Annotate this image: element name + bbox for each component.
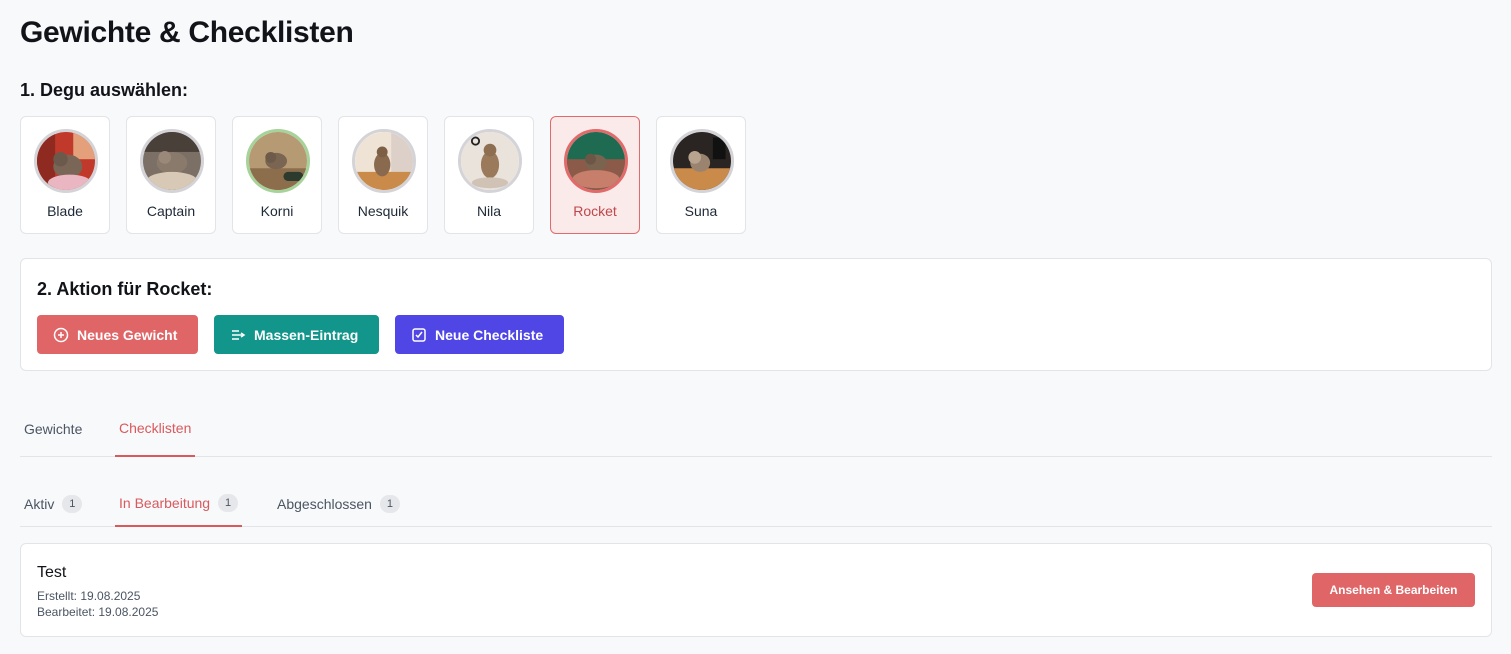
- tab-checklists[interactable]: Checklisten: [115, 400, 196, 457]
- action-title: 2. Aktion für Rocket:: [37, 279, 213, 299]
- degu-name: Nila: [476, 203, 502, 219]
- step1-label: 1. Degu auswählen:: [20, 80, 189, 100]
- main-tabs: Gewichte Checklisten: [20, 400, 1492, 457]
- checklist-item: Test Erstellt: 19.08.2025 Bearbeitet: 19…: [20, 543, 1492, 637]
- degu-selector: Blade Captain Korni Nesquik Nila Rocket: [20, 116, 746, 234]
- checklist-status-tabs: Aktiv 1 In Bearbeitung 1 Abgeschlossen 1: [20, 480, 1492, 527]
- degu-photo: [458, 129, 522, 193]
- degu-card-suna[interactable]: Suna: [656, 116, 746, 234]
- tab-weights[interactable]: Gewichte: [20, 400, 86, 457]
- checklist-title: Test: [37, 564, 67, 581]
- new-weight-button[interactable]: Neues Gewicht: [37, 315, 198, 354]
- subtab-in-progress[interactable]: In Bearbeitung 1: [115, 480, 243, 527]
- degu-card-nesquik[interactable]: Nesquik: [338, 116, 428, 234]
- degu-photo: [34, 129, 98, 193]
- subtab-label: Aktiv: [24, 495, 55, 512]
- subtab-completed[interactable]: Abgeschlossen 1: [273, 480, 404, 527]
- degu-name: Suna: [684, 203, 718, 219]
- action-panel: 2. Aktion für Rocket: Neues Gewicht Mass…: [20, 258, 1492, 371]
- degu-name: Captain: [146, 203, 196, 219]
- created-date: Erstellt: 19.08.2025: [37, 589, 141, 603]
- degu-photo: [246, 129, 310, 193]
- count-badge: 1: [62, 494, 83, 513]
- degu-name: Rocket: [573, 203, 617, 219]
- view-edit-button[interactable]: Ansehen & Bearbeiten: [1312, 573, 1475, 607]
- degu-name: Blade: [47, 203, 83, 219]
- degu-photo: [564, 129, 628, 193]
- new-checklist-label: Neue Checkliste: [435, 326, 544, 343]
- plus-circle-icon: [53, 327, 69, 342]
- bulk-entry-button[interactable]: Massen-Eintrag: [214, 315, 379, 354]
- degu-card-korni[interactable]: Korni: [232, 116, 322, 234]
- degu-photo: [140, 129, 204, 193]
- page-title: Gewichte & Checklisten: [20, 16, 354, 49]
- edited-date: Bearbeitet: 19.08.2025: [37, 605, 159, 619]
- new-weight-label: Neues Gewicht: [77, 326, 178, 343]
- degu-photo: [670, 129, 734, 193]
- subtab-active[interactable]: Aktiv 1: [20, 480, 86, 527]
- subtab-label: In Bearbeitung: [119, 494, 211, 511]
- subtab-label: Abgeschlossen: [277, 495, 372, 512]
- degu-card-blade[interactable]: Blade: [20, 116, 110, 234]
- check-square-icon: [412, 327, 426, 342]
- degu-name: Korni: [260, 203, 294, 219]
- count-badge: 1: [218, 493, 239, 512]
- count-badge: 1: [379, 494, 400, 513]
- degu-card-captain[interactable]: Captain: [126, 116, 216, 234]
- degu-name: Nesquik: [357, 203, 409, 219]
- bulk-entry-label: Massen-Eintrag: [254, 326, 359, 343]
- degu-card-nila[interactable]: Nila: [444, 116, 534, 234]
- degu-card-rocket[interactable]: Rocket: [550, 116, 640, 234]
- new-checklist-button[interactable]: Neue Checkliste: [395, 315, 564, 354]
- degu-photo: [352, 129, 416, 193]
- list-arrow-icon: [232, 329, 246, 340]
